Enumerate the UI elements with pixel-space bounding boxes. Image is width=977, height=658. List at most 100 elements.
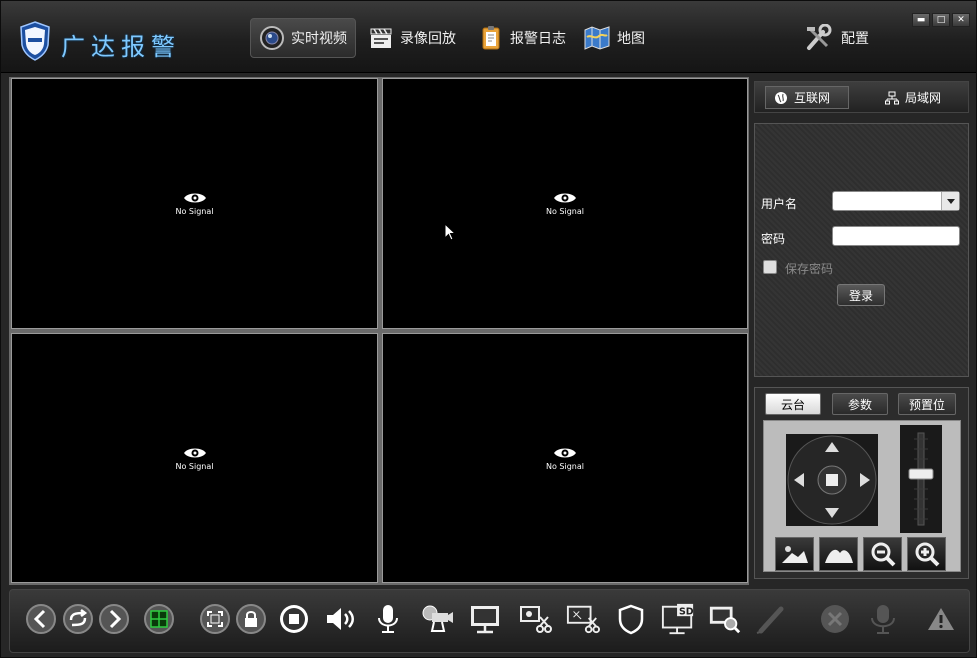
previous-icon bbox=[26, 604, 56, 634]
username-combobox[interactable] bbox=[832, 191, 960, 211]
nav-playback[interactable]: 录像回放 bbox=[360, 18, 464, 58]
nav-label: 实时视频 bbox=[291, 31, 347, 47]
speed-slider[interactable] bbox=[900, 425, 942, 533]
cancel-button[interactable] bbox=[818, 602, 852, 636]
dropdown-arrow-button[interactable] bbox=[941, 192, 959, 210]
tab-internet[interactable]: 互联网 bbox=[765, 86, 849, 109]
microphone-icon bbox=[378, 605, 398, 633]
focus-near-icon bbox=[781, 546, 808, 563]
monitor-button[interactable] bbox=[468, 602, 502, 636]
video-cell-4[interactable]: No Signal bbox=[382, 333, 748, 583]
remember-password-label: 保存密码 bbox=[785, 262, 834, 276]
screen-cut-icon bbox=[566, 605, 600, 634]
next-icon bbox=[99, 604, 129, 634]
grid-layout-icon bbox=[144, 604, 174, 634]
zoom-out-icon bbox=[871, 542, 895, 567]
app-title: 广达报警 bbox=[61, 33, 181, 61]
direction-pad[interactable] bbox=[786, 434, 878, 526]
sd-card-button[interactable]: SD bbox=[661, 602, 695, 636]
tab-lan[interactable]: 局域网 bbox=[877, 86, 961, 109]
fullscreen-icon bbox=[200, 604, 230, 634]
username-label: 用户名 bbox=[761, 197, 798, 211]
lock-button[interactable] bbox=[234, 602, 268, 636]
camera-lens-icon bbox=[260, 26, 284, 50]
tab-label: 局域网 bbox=[905, 91, 942, 105]
minimize-button[interactable]: ▬ bbox=[912, 13, 930, 27]
no-signal-text: No Signal bbox=[546, 461, 584, 471]
nav-label: 录像回放 bbox=[400, 31, 456, 47]
nav-alarm-log[interactable]: 报警日志 bbox=[470, 18, 574, 58]
window-controls: ▬ □ ✕ bbox=[912, 13, 970, 27]
nav-label: 配置 bbox=[841, 31, 869, 47]
police-badge-logo-icon bbox=[20, 21, 50, 61]
tab-params[interactable]: 参数 bbox=[832, 393, 888, 415]
remember-password-checkbox[interactable] bbox=[763, 260, 777, 274]
close-button[interactable]: ✕ bbox=[952, 13, 970, 27]
nav-map[interactable]: 地图 bbox=[575, 18, 653, 58]
next-button[interactable] bbox=[97, 602, 131, 636]
eye-icon bbox=[183, 448, 206, 457]
previous-button[interactable] bbox=[24, 602, 58, 636]
svg-text:SD: SD bbox=[679, 606, 694, 617]
chevron-down-icon bbox=[946, 198, 955, 204]
password-label: 密码 bbox=[761, 232, 786, 246]
video-grid: No Signal No Signal No Signal No Signal bbox=[9, 77, 749, 585]
focus-far-icon bbox=[824, 549, 853, 563]
cancel-icon bbox=[821, 605, 849, 633]
focus-near-button[interactable] bbox=[775, 537, 814, 571]
fullscreen-button[interactable] bbox=[198, 602, 232, 636]
video-cell-1[interactable]: No Signal bbox=[11, 78, 378, 329]
snapshot-cut-button[interactable] bbox=[518, 602, 552, 636]
stop-button[interactable] bbox=[277, 602, 311, 636]
ptz-controls bbox=[763, 420, 961, 572]
screen-zoom-icon bbox=[709, 606, 741, 634]
tab-label: 互联网 bbox=[794, 91, 831, 105]
globe-icon bbox=[775, 91, 787, 104]
shield-button[interactable] bbox=[614, 602, 648, 636]
tab-presets[interactable]: 预置位 bbox=[898, 393, 956, 415]
volume-icon bbox=[327, 608, 354, 630]
login-button[interactable]: 登录 bbox=[837, 284, 885, 306]
ptz-panel: 云台 参数 预置位 bbox=[754, 387, 969, 579]
maximize-button[interactable]: □ bbox=[932, 13, 950, 27]
refresh-button[interactable] bbox=[61, 602, 95, 636]
zoom-in-button[interactable] bbox=[907, 537, 946, 571]
nav-config[interactable]: 配置 bbox=[795, 18, 877, 58]
eye-icon bbox=[554, 448, 576, 457]
nav-label: 地图 bbox=[617, 31, 645, 47]
refresh-icon bbox=[63, 604, 93, 634]
camera-setup-icon bbox=[422, 605, 453, 632]
zoom-in-icon bbox=[915, 542, 939, 567]
video-cell-3[interactable]: No Signal bbox=[11, 333, 378, 583]
warning-icon bbox=[928, 608, 954, 630]
clipboard-icon bbox=[482, 26, 500, 50]
pen-button[interactable] bbox=[755, 602, 789, 636]
warning-button[interactable] bbox=[924, 602, 958, 636]
lock-icon bbox=[236, 604, 266, 634]
eye-icon bbox=[554, 193, 576, 203]
title-bar: 广达报警 实时视频 录像回放 报警日志 地图 配置 ▬ □ ✕ bbox=[1, 1, 976, 73]
video-cell-2[interactable]: No Signal bbox=[382, 78, 748, 329]
microphone-disabled-icon bbox=[871, 605, 895, 634]
nav-label: 报警日志 bbox=[510, 31, 566, 47]
screen-cut-button[interactable] bbox=[566, 602, 600, 636]
zoom-out-button[interactable] bbox=[863, 537, 902, 571]
camera-setup-button[interactable] bbox=[420, 602, 454, 636]
lan-icon bbox=[885, 91, 899, 104]
screen-zoom-button[interactable] bbox=[708, 602, 742, 636]
bottom-toolbar: SD bbox=[9, 589, 970, 653]
no-signal-text: No Signal bbox=[175, 207, 214, 216]
tab-ptz[interactable]: 云台 bbox=[765, 393, 821, 415]
main-window: 广达报警 实时视频 录像回放 报警日志 地图 配置 ▬ □ ✕ No Signa… bbox=[0, 0, 977, 658]
microphone-disabled-button[interactable] bbox=[866, 602, 900, 636]
network-tabs: 互联网 局域网 bbox=[754, 81, 969, 113]
grid-layout-button[interactable] bbox=[142, 602, 176, 636]
no-signal-text: No Signal bbox=[175, 461, 214, 471]
focus-far-button[interactable] bbox=[819, 537, 858, 571]
password-field[interactable] bbox=[832, 226, 960, 246]
login-panel: 用户名 密码 保存密码 登录 bbox=[754, 123, 969, 377]
volume-button[interactable] bbox=[324, 602, 358, 636]
nav-realtime-video[interactable]: 实时视频 bbox=[250, 18, 356, 58]
microphone-button[interactable] bbox=[371, 602, 405, 636]
tools-icon bbox=[807, 24, 832, 50]
